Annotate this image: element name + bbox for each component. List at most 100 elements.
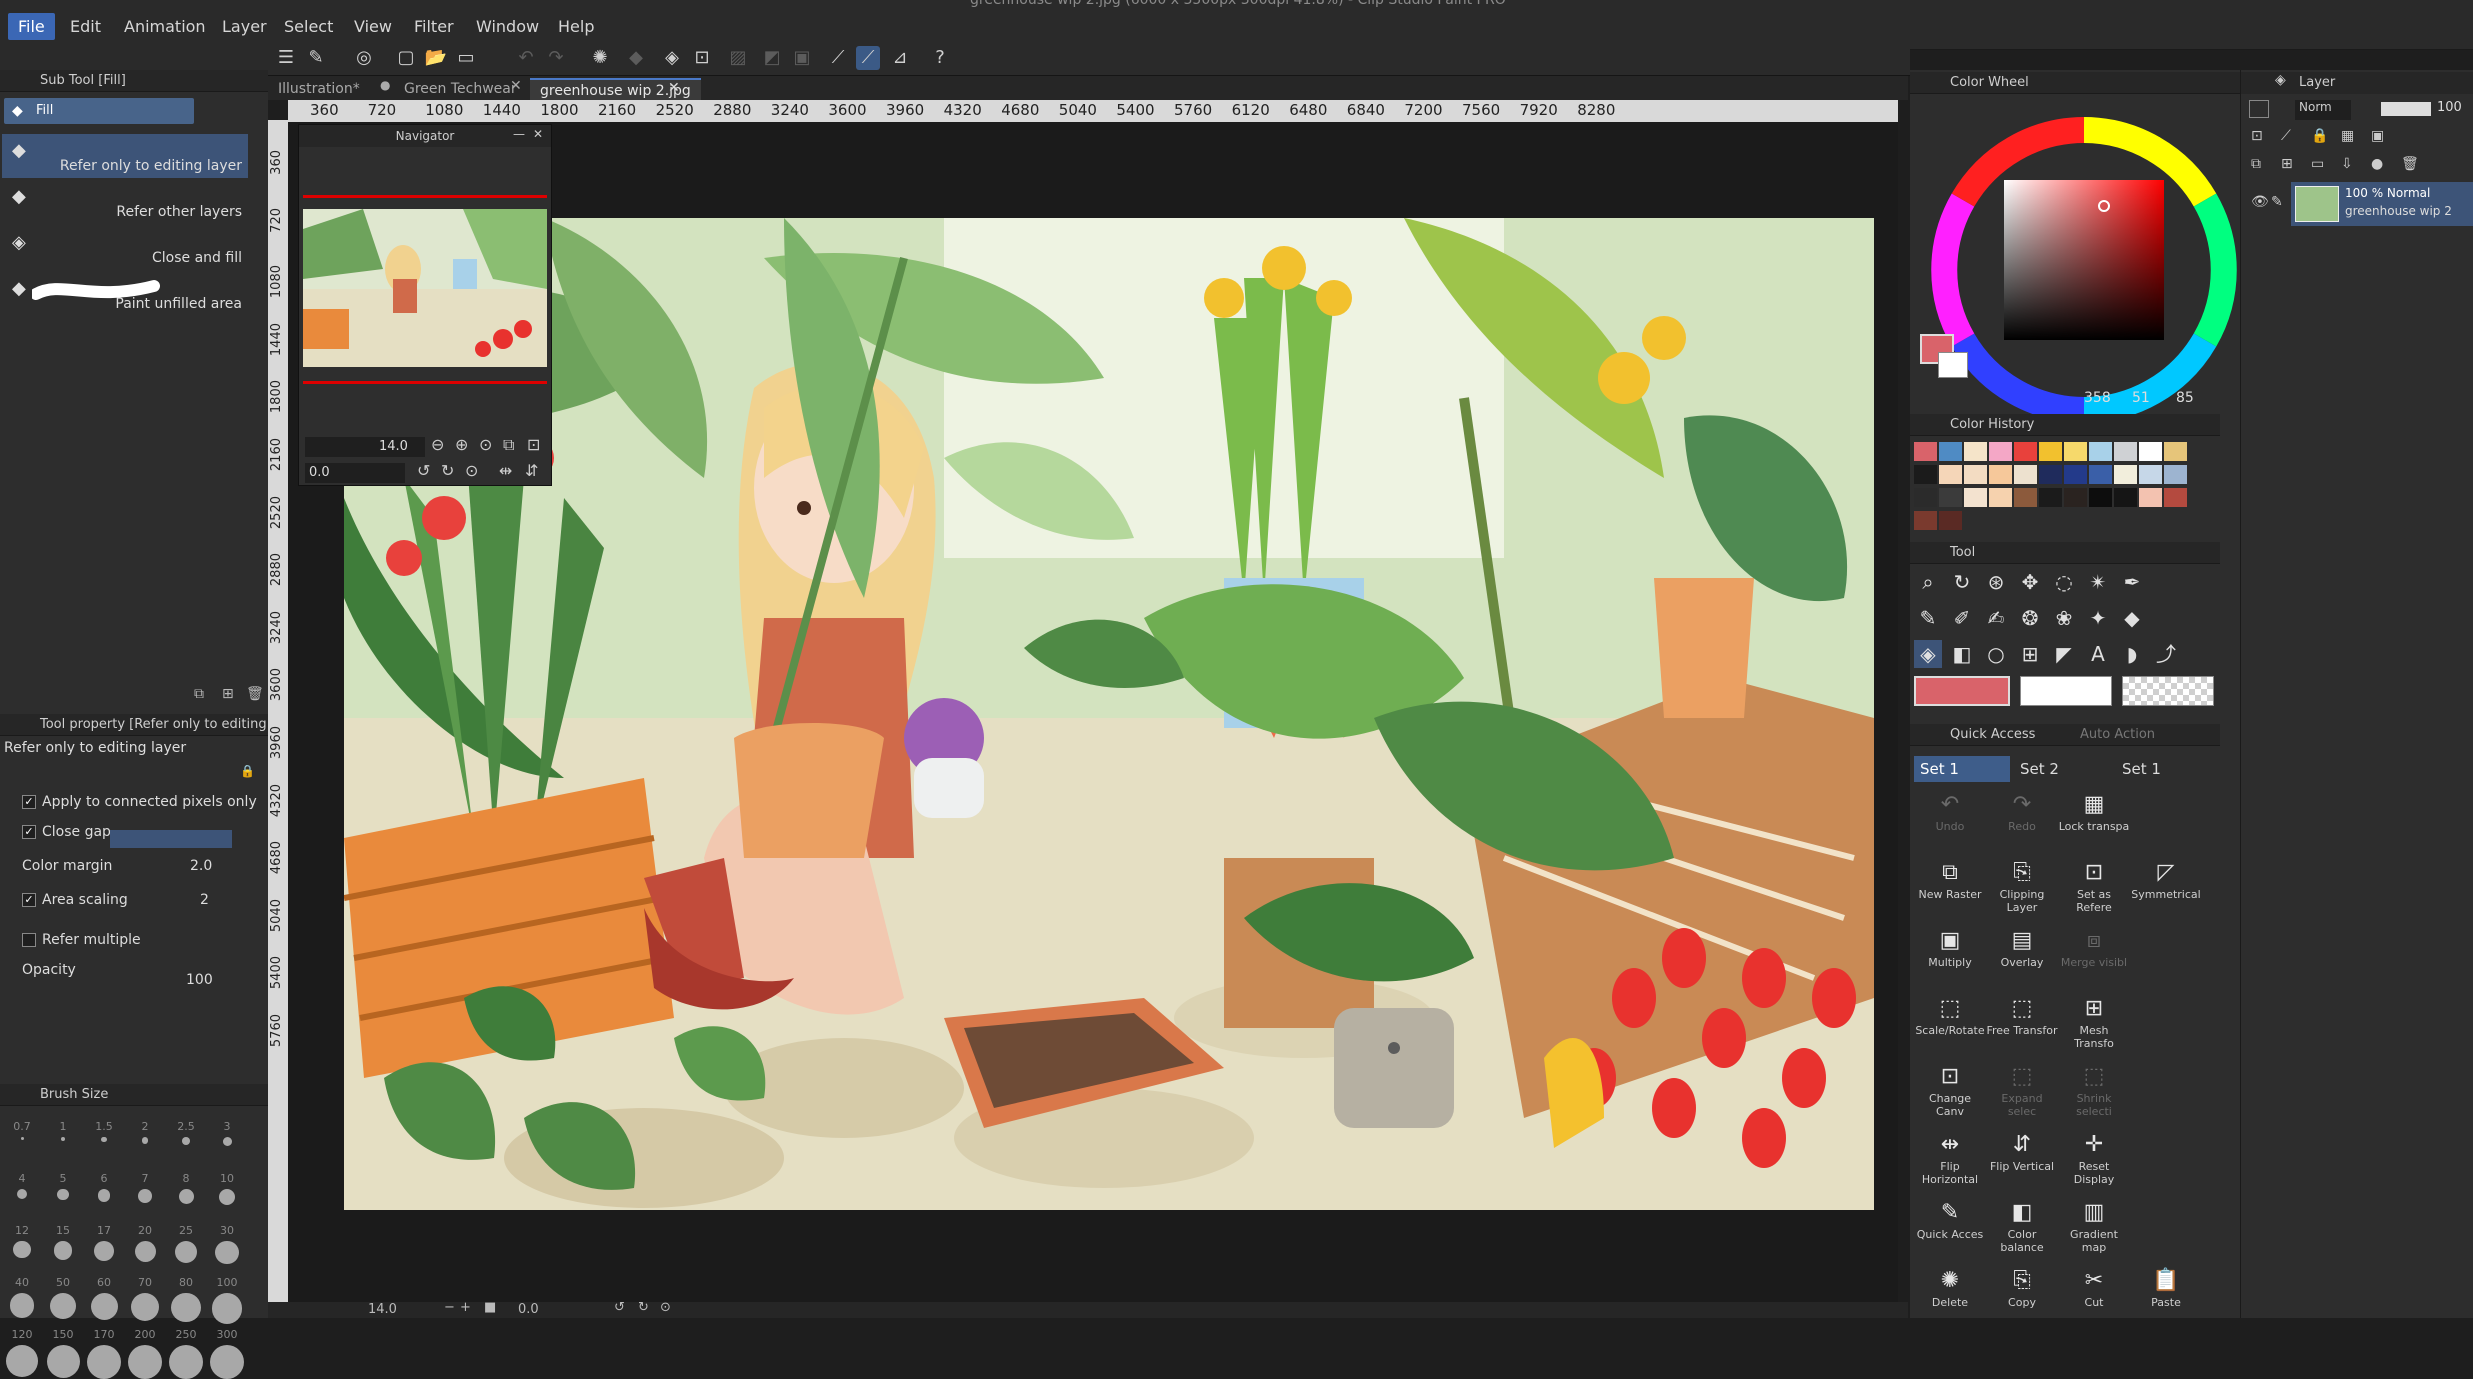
zoom-out-icon[interactable]: ⊖ (431, 435, 444, 454)
brush-size-item[interactable]: 120 (2, 1328, 42, 1378)
minimize-icon[interactable]: — (513, 127, 525, 141)
fit-window-icon[interactable]: ⊡ (527, 435, 540, 454)
gradient-tool-icon[interactable]: ◧ (1948, 640, 1976, 668)
history-swatch[interactable] (2089, 488, 2112, 507)
new-raster-layer-icon[interactable]: ⧉ (2251, 156, 2261, 172)
history-swatch[interactable] (1914, 511, 1937, 530)
quick-access-change-canvas[interactable]: ⊡ Change Canv (1914, 1062, 1986, 1126)
brush-size-item[interactable]: 4 (2, 1172, 42, 1222)
ruler-tool-icon[interactable]: ◤ (2050, 640, 2078, 668)
menu-animation[interactable]: Animation (114, 13, 216, 40)
history-swatch[interactable] (2039, 442, 2062, 461)
rotate-right-icon[interactable]: ↻ (441, 461, 454, 480)
clear-icon[interactable]: ✺ (588, 46, 612, 70)
brush-size-item[interactable]: 200 (125, 1328, 165, 1379)
zoom-plus-icon[interactable]: + (460, 1300, 471, 1315)
tool-sub-color[interactable] (2020, 676, 2112, 706)
close-icon[interactable]: ✕ (533, 127, 543, 141)
set-tab-2[interactable]: Set 2 (2014, 756, 2110, 782)
history-swatch[interactable] (1989, 442, 2012, 461)
menu-select[interactable]: Select (274, 13, 343, 40)
quick-access-redo[interactable]: ↷ Redo (1986, 790, 2058, 854)
quick-access-expand-selection[interactable]: ⬚ Expand selec (1986, 1062, 2058, 1126)
lock-layer-icon[interactable]: 🔒 (2311, 128, 2328, 144)
history-swatch[interactable] (2064, 442, 2087, 461)
history-swatch[interactable] (2114, 488, 2137, 507)
balloon-tool-icon[interactable]: ◗ (2118, 640, 2146, 668)
history-swatch[interactable] (1964, 465, 1987, 484)
save-icon[interactable]: ▭ (454, 46, 478, 70)
area-scaling-checkbox[interactable]: ✓ (22, 893, 36, 907)
brush-size-item[interactable]: 15 (43, 1224, 83, 1274)
menu-window[interactable]: Window (466, 13, 549, 40)
fill-toolbar-icon[interactable]: ◆ (624, 46, 648, 70)
pen-tool-icon[interactable]: ✎ (1914, 604, 1942, 632)
zoom-in-icon[interactable]: ⊕ (455, 435, 468, 454)
quick-access-quick-access[interactable]: ✎ Quick Acces (1914, 1198, 1986, 1262)
layer-row[interactable]: 100 % Normal greenhouse wip 2 (2291, 182, 2473, 226)
quick-access-cut[interactable]: ✂ Cut (2058, 1266, 2130, 1330)
eyedropper-icon[interactable]: ✒ (2118, 568, 2146, 596)
copy-subtool-icon[interactable]: ⧉ (194, 686, 204, 702)
history-swatch[interactable] (2114, 442, 2137, 461)
quick-access-clipping-layer[interactable]: ⎘ Clipping Layer (1986, 858, 2058, 922)
history-swatch[interactable] (2089, 442, 2112, 461)
history-swatch[interactable] (1939, 511, 1962, 530)
bottom-angle-value[interactable]: 0.0 (518, 1302, 539, 1317)
quick-access-merge-visible[interactable]: ⧈ Merge visibl (2058, 926, 2130, 990)
undo-toolbar-icon[interactable]: ↶ (514, 46, 538, 70)
brush-size-item[interactable]: 7 (125, 1172, 165, 1222)
fit-navigator-icon[interactable]: ⧉ (503, 435, 514, 455)
mask-add-icon[interactable]: ● (2371, 156, 2383, 172)
eraser-icon[interactable]: ◆ (2118, 604, 2146, 632)
brush-size-item[interactable]: 50 (43, 1276, 83, 1326)
new-subtool-icon[interactable]: ⊞ (222, 686, 234, 702)
brush-size-item[interactable]: 25 (166, 1224, 206, 1274)
auto-action-tab[interactable]: Auto Action (2080, 724, 2155, 746)
menu-view[interactable]: View (344, 13, 402, 40)
tab-green-techwear[interactable]: Green Techwear (394, 78, 527, 100)
color-wheel[interactable] (1920, 98, 2240, 428)
brush-size-item[interactable]: 2.5 (166, 1120, 206, 1170)
brush-size-item[interactable]: 6 (84, 1172, 124, 1222)
transparent-color[interactable] (2122, 676, 2214, 706)
history-swatch[interactable] (2089, 465, 2112, 484)
quick-access-overlay[interactable]: ▤ Overlay (1986, 926, 2058, 990)
quick-access-free-transform[interactable]: ⬚ Free Transfor (1986, 994, 2058, 1058)
canvas-artwork[interactable] (344, 218, 1874, 1210)
brush-size-item[interactable]: 20 (125, 1224, 165, 1274)
close-gap-selector[interactable] (110, 830, 232, 848)
new-folder-icon[interactable]: ▭ (2311, 156, 2324, 172)
correct-line-icon[interactable]: ⤴ (2152, 640, 2180, 668)
subtool-refer-other[interactable]: ◆ Refer other layers (2, 180, 248, 224)
subtool-close-fill[interactable]: ◈ Close and fill (2, 226, 248, 270)
brush-tool-icon[interactable]: ✍ (1982, 604, 2010, 632)
history-swatch[interactable] (2014, 465, 2037, 484)
navigator-thumbnail[interactable] (303, 209, 547, 367)
invert-selection-icon[interactable]: ◩ (760, 46, 784, 70)
magic-wand-icon[interactable]: ✴ (2084, 568, 2112, 596)
rotate-right-icon[interactable]: ↻ (638, 1300, 649, 1315)
quick-access-symmetrical[interactable]: ◸ Symmetrical (2130, 858, 2202, 922)
history-swatch[interactable] (1964, 442, 1987, 461)
tab-illustration[interactable]: Illustration* (268, 78, 370, 100)
brush-size-item[interactable]: 70 (125, 1276, 165, 1326)
history-swatch[interactable] (1914, 465, 1937, 484)
history-swatch[interactable] (2114, 465, 2137, 484)
quick-access-copy[interactable]: ⎘ Copy (1986, 1266, 2058, 1330)
brightness-value[interactable]: 85 (2176, 390, 2194, 406)
brush-size-item[interactable]: 80 (166, 1276, 206, 1326)
brush-size-item[interactable]: 1.5 (84, 1120, 124, 1170)
history-swatch[interactable] (2014, 488, 2037, 507)
decoration-icon[interactable]: ❀ (2050, 604, 2078, 632)
brush-size-item[interactable]: 10 (207, 1172, 247, 1222)
bottom-zoom-value[interactable]: 14.0 (368, 1302, 397, 1317)
snap-special-ruler-icon[interactable]: ⟋ (856, 46, 880, 70)
brush-size-item[interactable]: 1 (43, 1120, 83, 1170)
menu-layer[interactable]: Layer (212, 13, 277, 40)
move-tool-icon[interactable]: ✥ (2016, 568, 2044, 596)
transform-icon[interactable]: ⊡ (690, 46, 714, 70)
sub-color-swatch[interactable] (1938, 352, 1968, 378)
history-swatch[interactable] (2164, 465, 2187, 484)
rotate-left-icon[interactable]: ↺ (417, 461, 430, 480)
